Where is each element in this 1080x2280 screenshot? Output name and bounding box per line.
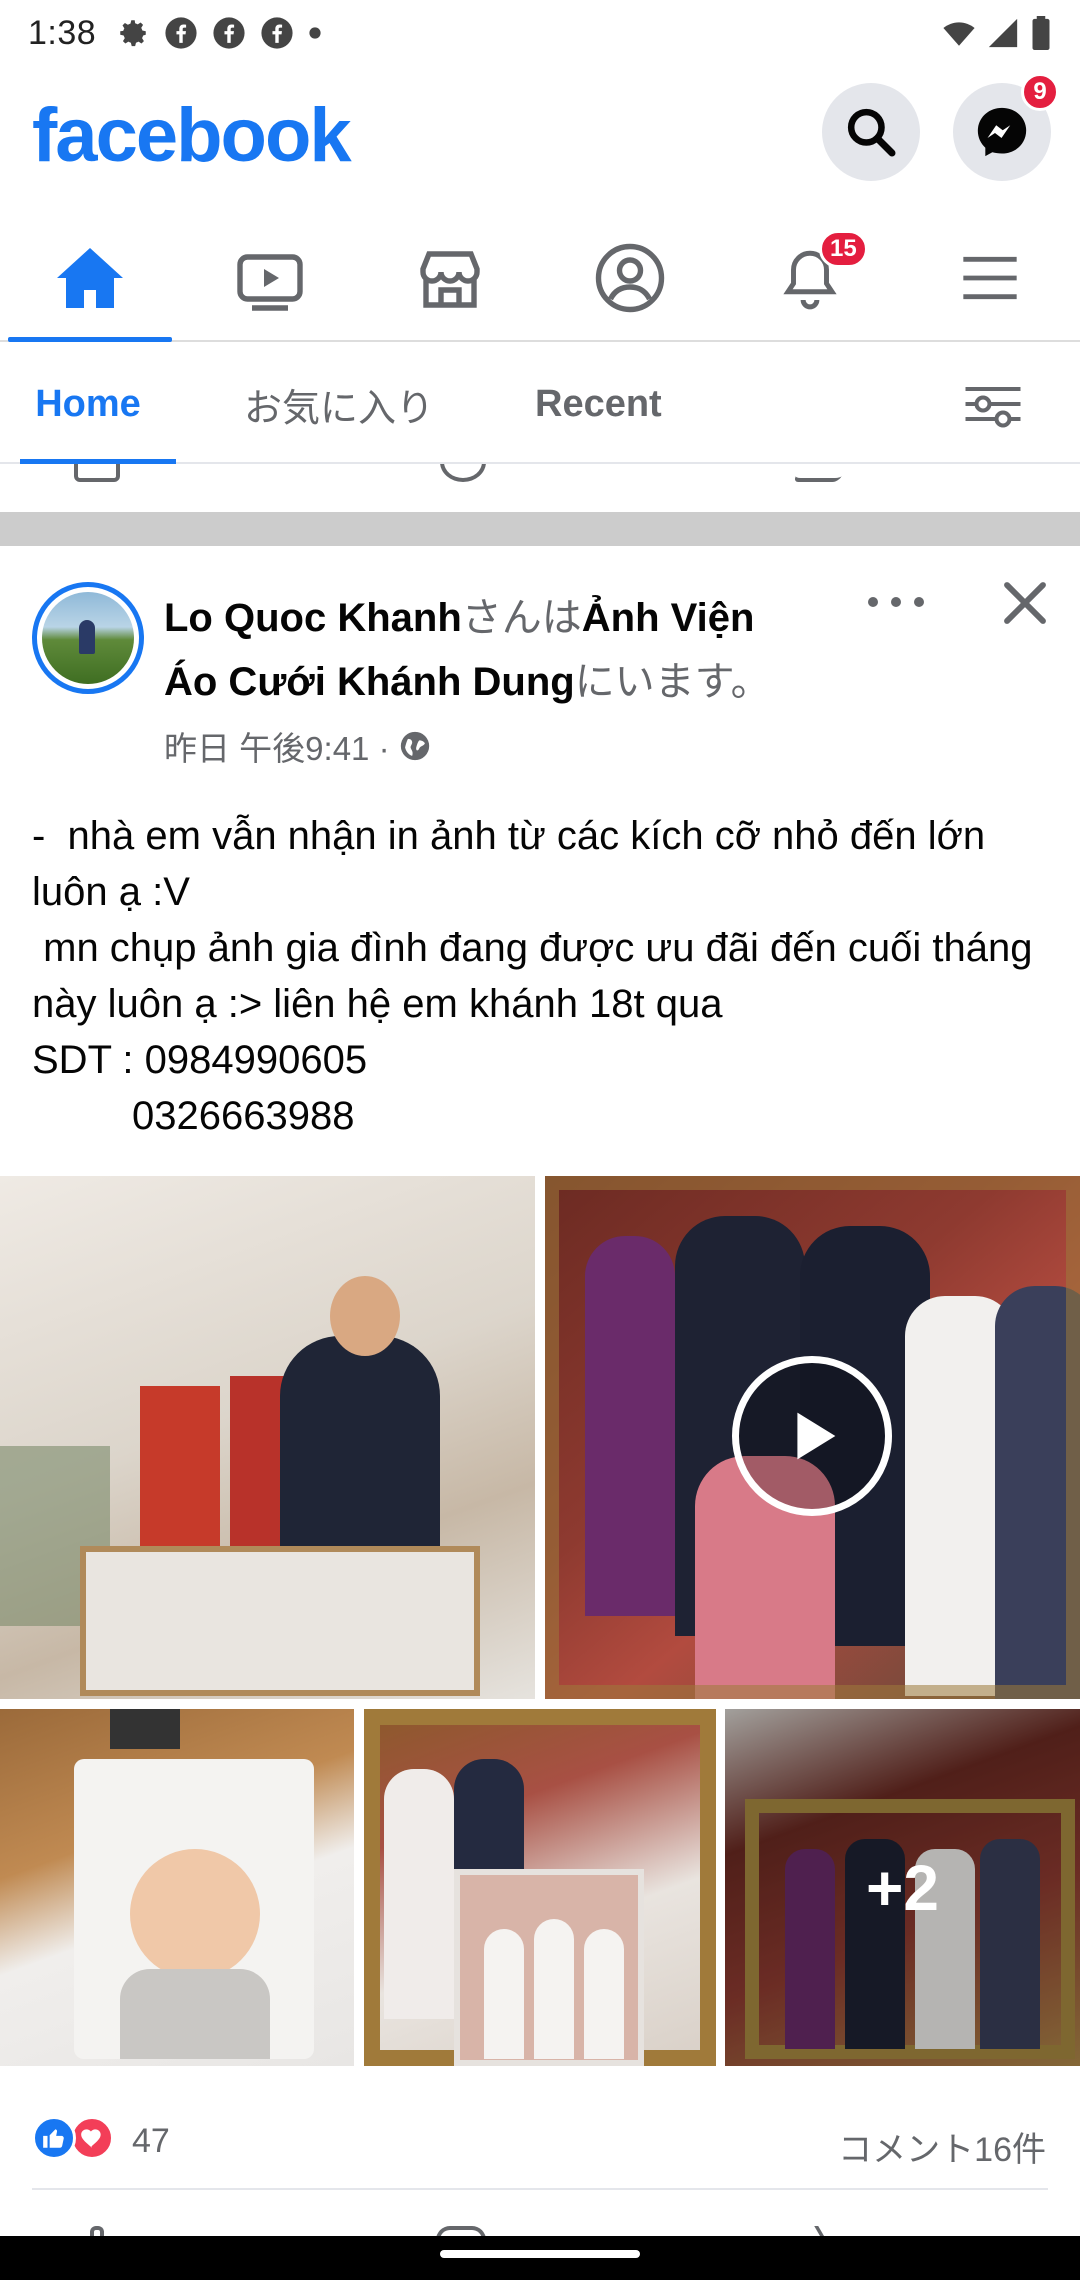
marketplace-icon	[420, 251, 480, 308]
main-nav-tabs: 15	[0, 216, 1080, 342]
photo-frame-box	[80, 1546, 480, 1696]
photo-baby-body	[120, 1969, 270, 2059]
menu-icon	[963, 256, 1017, 300]
feed-tab-recent[interactable]: Recent	[535, 344, 662, 464]
search-button[interactable]	[822, 83, 920, 181]
wifi-icon	[943, 22, 975, 46]
author-name[interactable]: Lo Quoc Khanh	[164, 596, 462, 640]
play-icon	[797, 1412, 836, 1460]
post-divider	[0, 512, 1080, 546]
settings-icon	[120, 20, 146, 47]
tab-menu[interactable]	[900, 216, 1080, 340]
messenger-badge: 9	[1021, 73, 1059, 111]
checkin-suffix: にいます。	[574, 660, 771, 704]
facebook-notification-icon	[261, 17, 293, 49]
tab-home[interactable]	[0, 216, 180, 342]
photo-red-dress	[140, 1386, 220, 1546]
video-icon	[237, 254, 303, 311]
photo-person	[484, 1929, 524, 2059]
messenger-icon	[977, 107, 1027, 157]
play-video-button[interactable]	[732, 1356, 892, 1516]
like-reaction-icon	[32, 2116, 76, 2160]
post-header: Lo Quoc KhanhさんはẢnh Viện Áo Cưới Khánh D…	[164, 586, 804, 714]
photo-person	[584, 1929, 624, 2059]
dot-icon	[914, 597, 924, 607]
post-meta: 昨日 午後9:41 ·	[164, 722, 432, 770]
more-notifications-dot-icon	[309, 27, 321, 39]
feed-filter-button[interactable]	[960, 344, 1026, 464]
reaction-icons[interactable]	[32, 2116, 114, 2160]
facebook-logo[interactable]: facebook	[32, 92, 352, 179]
tab-marketplace[interactable]	[360, 216, 540, 340]
battery-icon	[1032, 16, 1050, 50]
close-icon[interactable]	[998, 576, 1052, 630]
reactions-bar: 47 コメント16件	[0, 2092, 1080, 2184]
photo-person	[534, 1919, 574, 2059]
status-notification-icons	[116, 16, 322, 50]
feed-tab-home[interactable]: Home	[0, 344, 176, 464]
search-icon	[847, 108, 896, 157]
author-avatar[interactable]	[32, 582, 144, 694]
post-text: - nhà em vẫn nhận in ảnh từ các kích cỡ …	[32, 814, 1033, 1138]
photo-person	[384, 1769, 454, 2019]
photo-tv	[110, 1709, 180, 1749]
like-button-icon[interactable]	[90, 2226, 104, 2236]
actions-separator	[32, 2188, 1048, 2190]
tab-profile[interactable]	[540, 216, 720, 340]
facebook-notification-icon	[213, 17, 245, 49]
tab-notifications[interactable]: 15	[720, 216, 900, 340]
feed-tab-favorites[interactable]: お気に入り	[244, 344, 434, 464]
photo-person-head	[330, 1276, 400, 1356]
love-reaction-icon	[70, 2116, 114, 2160]
tab-watch[interactable]	[180, 216, 360, 340]
reaction-count[interactable]: 47	[132, 2122, 170, 2161]
app-header: facebook 9	[0, 66, 1080, 216]
status-time: 1:38	[28, 13, 97, 52]
home-gesture-handle[interactable]	[440, 2250, 640, 2258]
share-icon	[792, 464, 862, 482]
post-more-button[interactable]	[868, 582, 924, 622]
like-icon	[74, 464, 120, 482]
photo-baby-face	[130, 1849, 260, 1979]
dot-icon	[891, 597, 901, 607]
home-icon	[57, 248, 123, 308]
status-system-icons	[942, 16, 1052, 50]
photo-3[interactable]	[0, 1709, 354, 2066]
globe-icon	[400, 731, 429, 761]
signal-icon	[988, 18, 1018, 48]
checkin-connector: さんは	[461, 596, 582, 640]
photo-1[interactable]	[0, 1176, 535, 1699]
previous-post-actions	[0, 464, 1080, 512]
dot-icon	[868, 597, 878, 607]
comment-button-icon[interactable]	[436, 2226, 486, 2236]
avatar-image	[42, 592, 134, 684]
photo-grid: +2	[0, 1176, 1080, 2066]
more-photos-count[interactable]: +2	[725, 1709, 1080, 2066]
photo-2-video[interactable]	[545, 1176, 1080, 1699]
photo-5-more[interactable]: +2	[725, 1709, 1080, 2066]
comment-count[interactable]: コメント16件	[838, 2122, 1046, 2171]
photo-4[interactable]	[364, 1709, 716, 2066]
status-bar: 1:38	[0, 0, 1080, 66]
comment-icon	[440, 464, 486, 482]
share-button-icon[interactable]	[814, 2226, 842, 2236]
notifications-badge: 15	[819, 230, 868, 268]
system-navigation-bar	[0, 2236, 1080, 2280]
filter-sliders-icon	[965, 387, 1021, 428]
profile-icon	[595, 243, 665, 313]
feed-tabs: Home お気に入り Recent	[0, 344, 1080, 464]
facebook-notification-icon	[165, 17, 197, 49]
post-actions-row	[0, 2220, 1080, 2236]
post-timestamp[interactable]: 昨日 午後9:41 ·	[164, 722, 390, 770]
messenger-button[interactable]: 9	[953, 73, 1059, 181]
